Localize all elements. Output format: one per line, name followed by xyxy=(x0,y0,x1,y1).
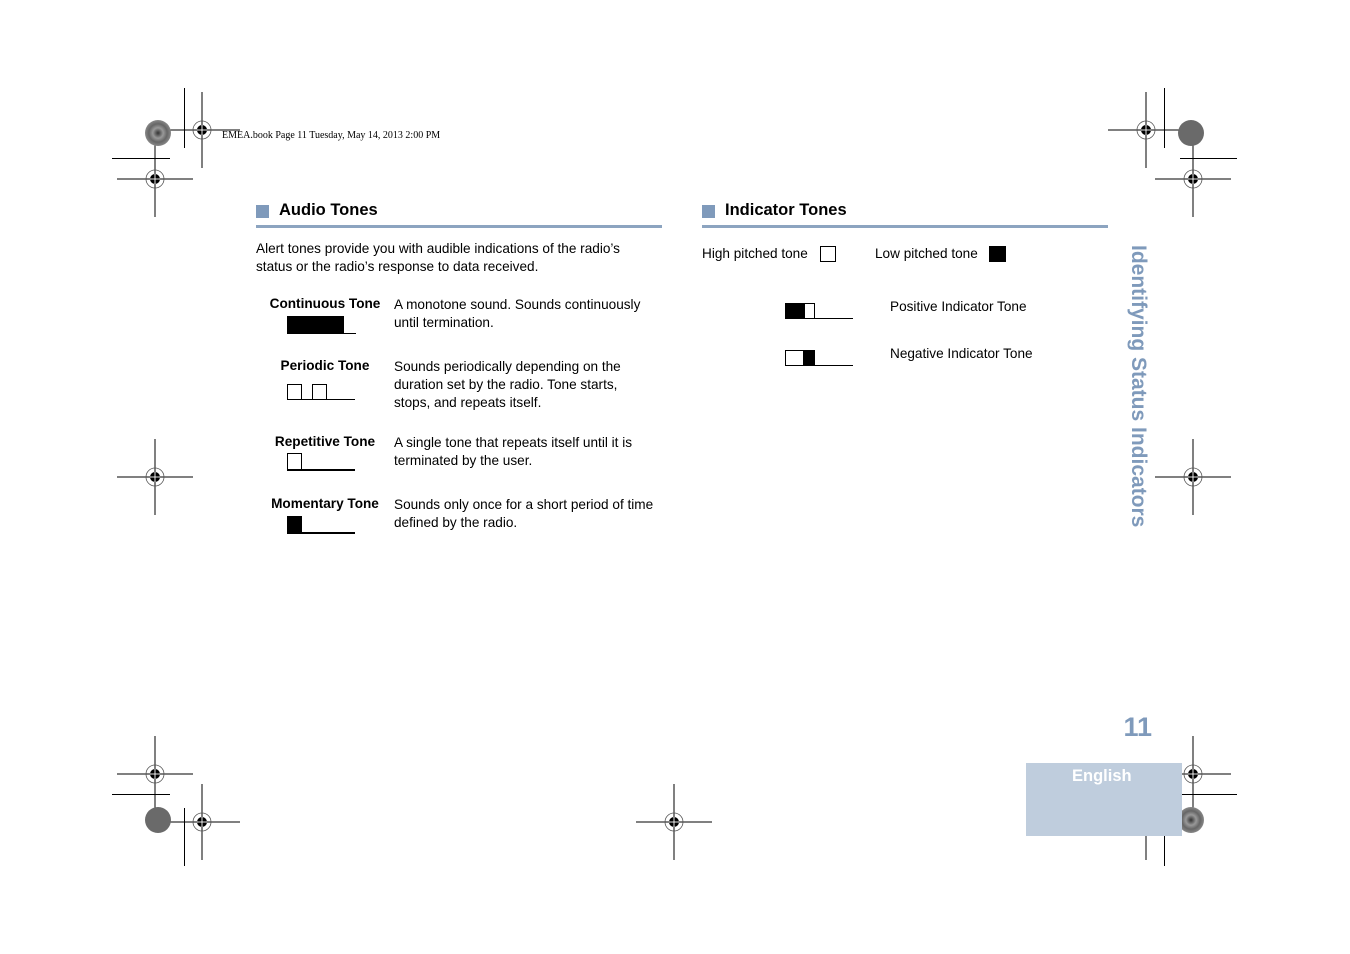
section-rule xyxy=(702,225,1108,228)
section-title-indicator-tones: Indicator Tones xyxy=(725,201,847,219)
negative-indicator-label: Negative Indicator Tone xyxy=(890,346,1033,361)
chapter-title-vertical: Identifying Status Indicators xyxy=(1124,245,1154,545)
tone-description: Sounds only once for a short period of t… xyxy=(394,497,654,530)
tone-label-momentary: Momentary Tone xyxy=(271,496,379,511)
tone-label-repetitive: Repetitive Tone xyxy=(274,434,376,449)
tone-description: Sounds periodically depending on the dur… xyxy=(394,359,621,410)
low-pitch-square-icon xyxy=(989,246,1006,262)
tone-description: A monotone sound. Sounds continuously un… xyxy=(394,297,641,330)
legend-high-pitched: High pitched tone xyxy=(702,246,808,261)
audio-tones-intro: Alert tones provide you with audible ind… xyxy=(256,241,620,274)
tone-description: A single tone that repeats itself until … xyxy=(394,435,633,468)
positive-indicator-label: Positive Indicator Tone xyxy=(890,299,1027,314)
page-number: 11 xyxy=(1123,712,1152,742)
section-bullet-icon xyxy=(256,205,269,218)
high-pitch-square-icon xyxy=(820,246,836,262)
tone-label-periodic: Periodic Tone xyxy=(280,358,370,373)
tone-label-continuous: Continuous Tone xyxy=(269,296,381,311)
language-tab-label: English xyxy=(1072,767,1132,785)
print-info: EMEA.book Page 11 Tuesday, May 14, 2013 … xyxy=(222,130,441,141)
chapter-title: Identifying Status Indicators xyxy=(1127,245,1150,528)
section-rule xyxy=(256,225,662,228)
section-bullet-icon xyxy=(702,205,715,218)
section-title-audio-tones: Audio Tones xyxy=(279,201,378,219)
legend-low-pitched: Low pitched tone xyxy=(875,246,978,261)
